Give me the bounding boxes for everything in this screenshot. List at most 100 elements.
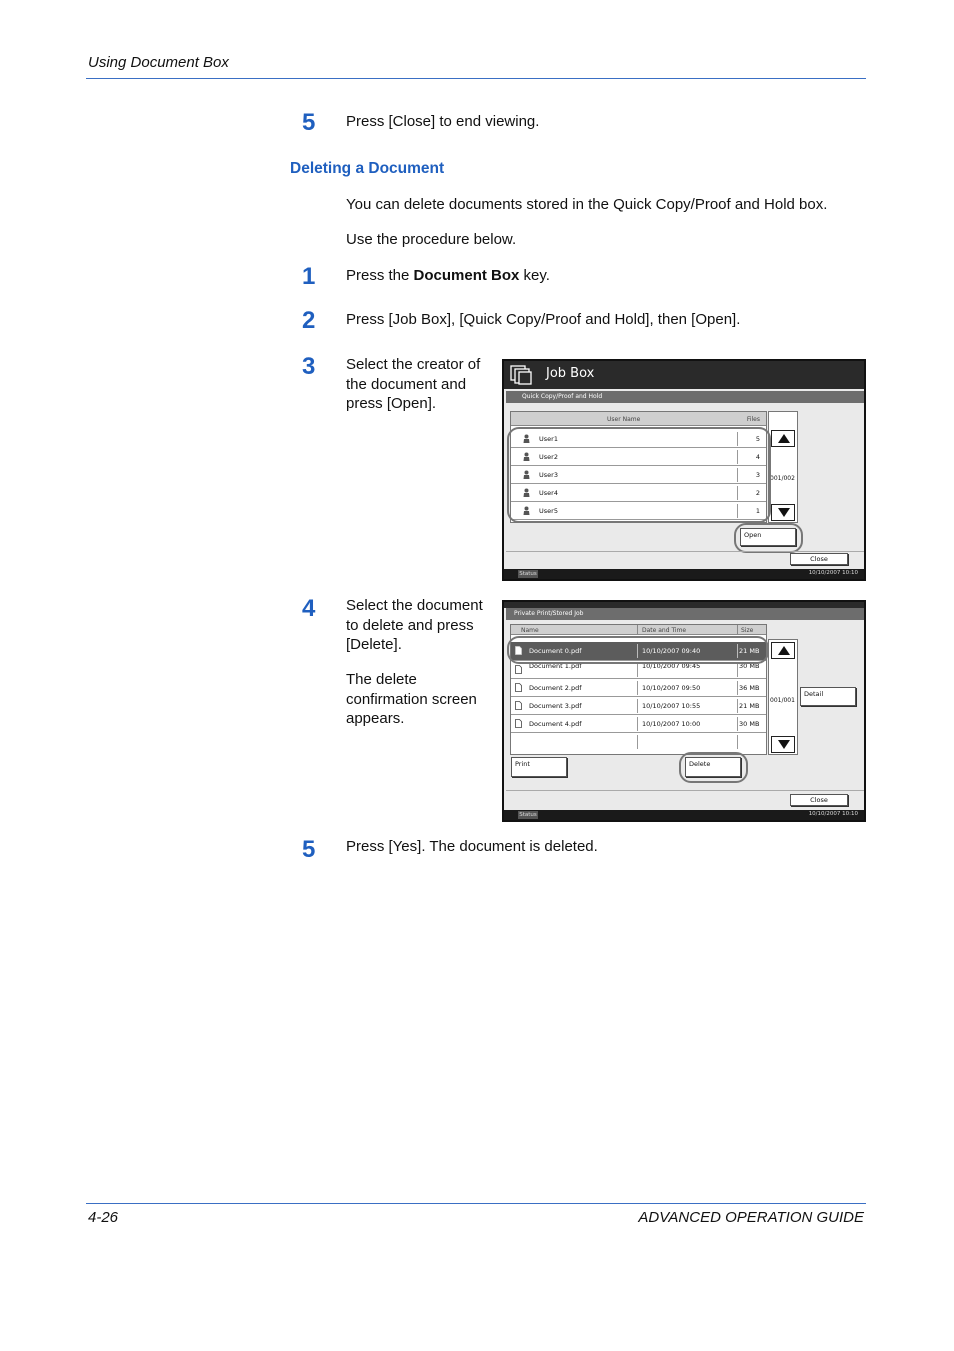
page-counter: 001/001	[770, 697, 795, 704]
footer-rule	[86, 1203, 866, 1204]
page-number: 4-26	[88, 1209, 119, 1226]
step-number: 5	[302, 109, 316, 136]
column-divider	[637, 717, 638, 731]
running-header: Using Document Box	[88, 54, 229, 71]
column-divider	[737, 625, 738, 635]
up-arrow-icon	[778, 434, 790, 443]
step-text: Press the Document Box key.	[346, 266, 550, 286]
column-divider	[637, 699, 638, 713]
document-icon	[515, 665, 522, 674]
status-bar: Status 10/10/2007 10:10	[504, 810, 864, 820]
column-divider	[737, 735, 738, 749]
divider	[506, 551, 864, 552]
step-note-line: appears.	[346, 710, 405, 727]
step-text: Select the creator of the document and p…	[346, 355, 480, 414]
document-size: 21 MB	[739, 702, 760, 710]
column-divider	[637, 625, 638, 635]
document-size: 30 MB	[739, 720, 760, 728]
step-number: 1	[302, 263, 316, 290]
highlight-circle	[507, 636, 769, 664]
column-header-files[interactable]: Files	[747, 416, 760, 423]
step-number: 2	[302, 307, 316, 334]
document-row[interactable]: Document 2.pdf 10/10/2007 09:50 36 MB	[511, 679, 766, 697]
step-text-line: the document and	[346, 375, 467, 393]
close-button[interactable]: Close	[790, 553, 848, 565]
document-row[interactable]: Document 4.pdf 10/10/2007 10:00 30 MB	[511, 715, 766, 733]
document-row[interactable]: Document 3.pdf 10/10/2007 10:55 21 MB	[511, 697, 766, 715]
document-size: 36 MB	[739, 684, 760, 692]
column-header-date[interactable]: Date and Time	[642, 627, 686, 634]
column-divider	[637, 681, 638, 695]
step-text-line: [Delete].	[346, 636, 402, 653]
column-header-name[interactable]: Name	[521, 627, 539, 634]
step-number: 5	[302, 836, 316, 863]
step-text-line: press [Open].	[346, 395, 437, 412]
scroll-track: 001/002	[768, 411, 798, 523]
intro-paragraph: You can delete documents stored in the Q…	[346, 196, 828, 213]
document-icon	[515, 701, 522, 710]
status-datetime: 10/10/2007 10:10	[808, 570, 858, 576]
status-button[interactable]: Status	[518, 570, 538, 578]
scroll-down-button[interactable]	[771, 736, 795, 753]
document-name: Document 2.pdf	[529, 684, 582, 692]
step-text: Press [Job Box], [Quick Copy/Proof and H…	[346, 311, 741, 328]
down-arrow-icon	[778, 740, 790, 749]
column-header-user-name[interactable]: User Name	[607, 416, 640, 423]
highlight-circle	[679, 752, 748, 783]
step-text-pre: Press the	[346, 267, 414, 284]
detail-button[interactable]: Detail	[800, 687, 856, 706]
step-text: Press [Close] to end viewing.	[346, 113, 540, 130]
screen-subtitle: Private Print/Stored Job	[506, 608, 864, 620]
highlight-circle	[734, 523, 803, 553]
column-divider	[637, 663, 638, 677]
step-text: Press [Yes]. The document is deleted.	[346, 838, 598, 855]
screen-subtitle: Quick Copy/Proof and Hold	[506, 391, 864, 403]
highlight-circle	[507, 427, 771, 523]
up-arrow-icon	[778, 646, 790, 655]
document-date: 10/10/2007 10:00	[642, 720, 701, 728]
document-name: Document 3.pdf	[529, 702, 582, 710]
step-text-post: key.	[519, 267, 550, 284]
status-button[interactable]: Status	[518, 811, 538, 819]
status-bar: Status 10/10/2007 10:10	[504, 569, 864, 579]
document-name: Document 4.pdf	[529, 720, 582, 728]
list-header: Name Date and Time Size	[511, 625, 766, 635]
guide-title: ADVANCED OPERATION GUIDE	[638, 1209, 864, 1226]
step-note-line: confirmation screen	[346, 690, 477, 708]
scroll-track: 001/001	[768, 639, 798, 755]
stored-job-screen: Private Print/Stored Job Name Date and T…	[502, 600, 866, 822]
column-divider	[637, 735, 638, 749]
section-title: Deleting a Document	[290, 160, 445, 177]
step-text-line: Select the creator of	[346, 356, 481, 373]
column-divider	[737, 663, 738, 677]
document-icon	[515, 719, 522, 728]
step-number: 4	[302, 595, 316, 622]
column-divider	[737, 699, 738, 713]
header-rule	[86, 78, 866, 79]
document-icon	[515, 683, 522, 692]
document-row-empty	[511, 733, 766, 751]
document-date: 10/10/2007 09:50	[642, 684, 701, 692]
scroll-up-button[interactable]	[771, 430, 795, 447]
document-box-key-label: Document Box	[413, 267, 520, 284]
step-text: Select the document to delete and press …	[346, 596, 483, 655]
column-divider	[737, 717, 738, 731]
job-box-icon	[510, 365, 532, 385]
document-date: 10/10/2007 10:55	[642, 702, 701, 710]
scroll-down-button[interactable]	[771, 504, 795, 521]
screen-title: Job Box	[546, 366, 595, 381]
status-datetime: 10/10/2007 10:10	[808, 811, 858, 817]
screen-title-bar: Job Box	[504, 361, 864, 389]
divider	[506, 790, 864, 791]
step-text-line: to delete and press	[346, 616, 474, 634]
step-note-line: The delete	[346, 671, 417, 688]
print-button[interactable]: Print	[511, 757, 567, 777]
close-button[interactable]: Close	[790, 794, 848, 806]
step-text-line: Select the document	[346, 597, 483, 614]
list-header: User Name Files	[511, 412, 766, 426]
down-arrow-icon	[778, 508, 790, 517]
job-box-screen: Job Box Quick Copy/Proof and Hold User N…	[502, 359, 866, 581]
scroll-up-button[interactable]	[771, 642, 795, 659]
step-number: 3	[302, 353, 316, 380]
column-header-size[interactable]: Size	[741, 627, 753, 634]
